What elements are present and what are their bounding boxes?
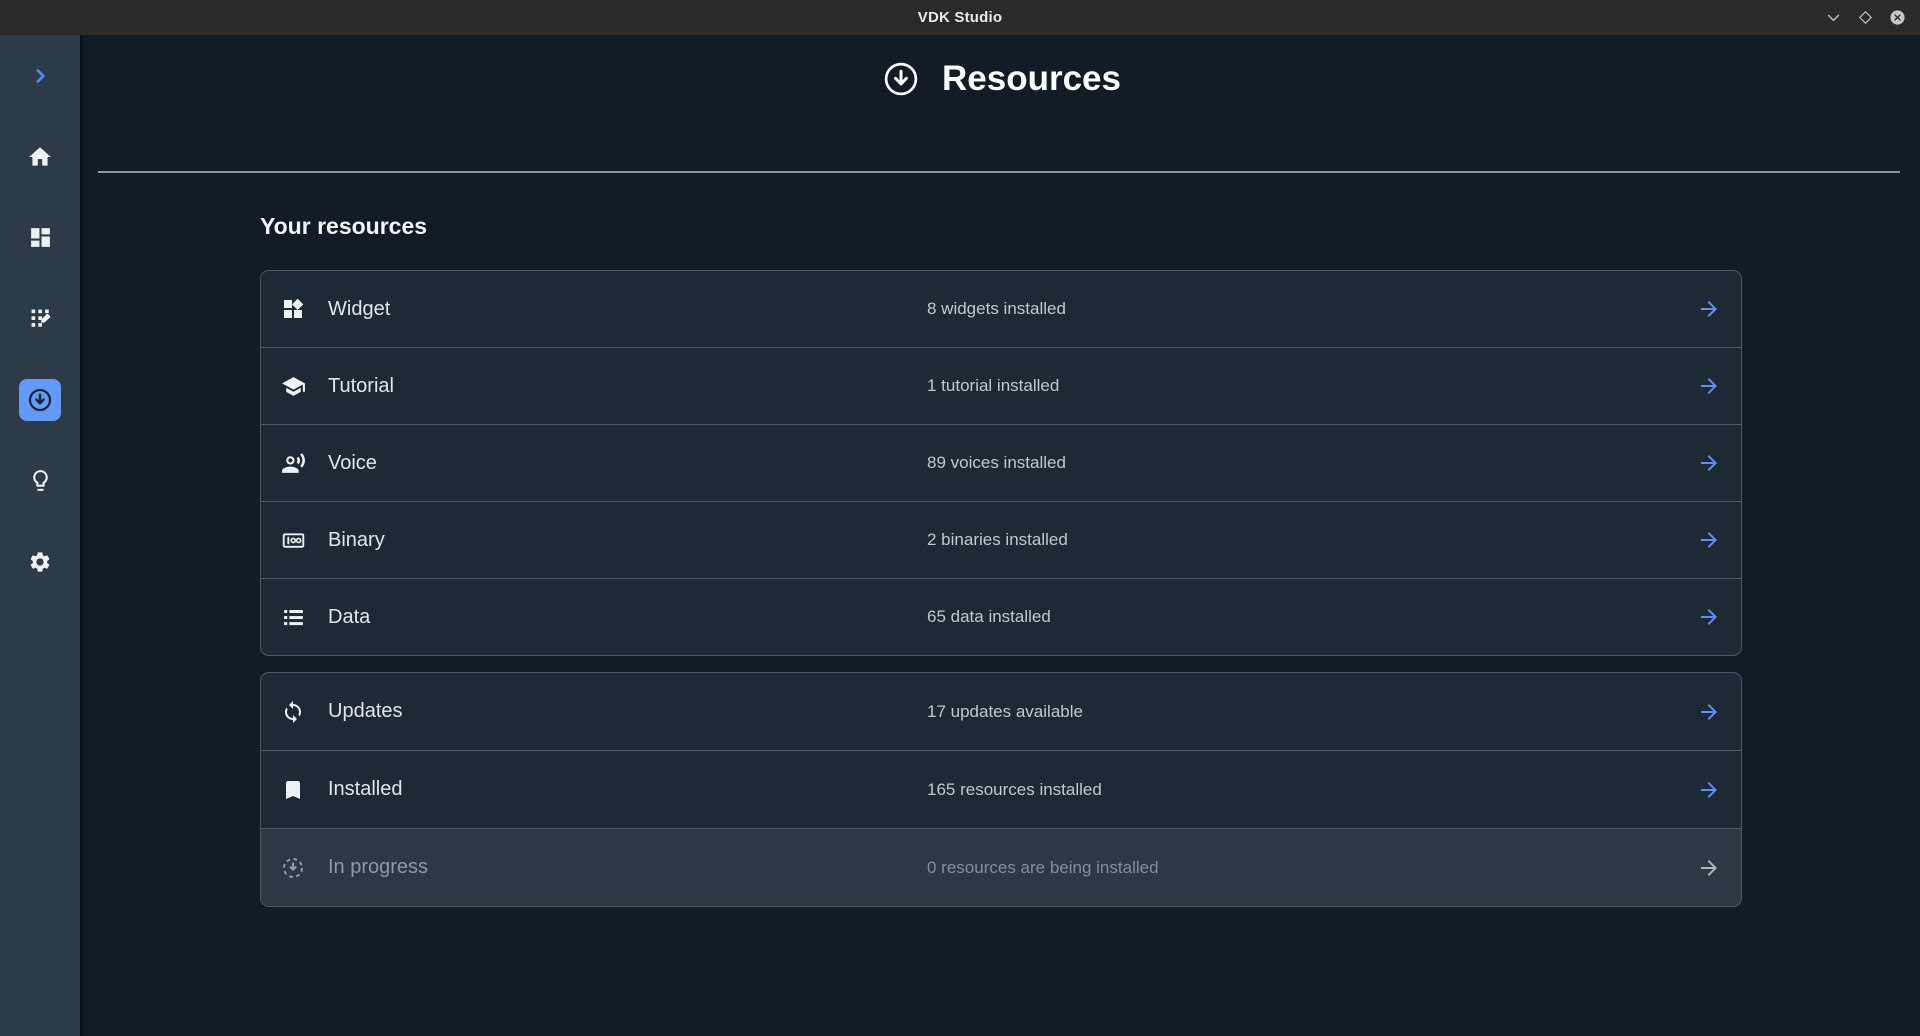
- resource-row-data[interactable]: Data 65 data installed: [261, 578, 1741, 655]
- bookmark-icon: [280, 777, 306, 803]
- row-label: In progress: [328, 856, 428, 879]
- row-status: 165 resources installed: [927, 780, 1102, 800]
- arrow-forward-icon: [1697, 451, 1721, 475]
- main-content: Resources Your resources Widget 8 widget…: [83, 35, 1920, 1036]
- row-label: Voice: [328, 452, 377, 475]
- row-label: Tutorial: [328, 375, 394, 398]
- arrow-forward-icon: [1697, 856, 1721, 880]
- page-title: Resources: [942, 59, 1121, 99]
- close-icon: [1889, 9, 1906, 26]
- home-icon: [27, 144, 53, 170]
- sidebar-item-resources[interactable]: [0, 359, 80, 440]
- window-controls: [1821, 0, 1910, 35]
- arrow-forward-icon: [1697, 605, 1721, 629]
- maximize-button[interactable]: [1854, 6, 1877, 29]
- row-status: 0 resources are being installed: [927, 858, 1159, 878]
- page-header: Resources: [83, 57, 1920, 101]
- window-title: VDK Studio: [918, 9, 1003, 26]
- row-label: Installed: [328, 778, 403, 801]
- row-status: 65 data installed: [927, 607, 1051, 627]
- dashboard-icon: [28, 225, 53, 250]
- row-status: 17 updates available: [927, 702, 1083, 722]
- row-label: Widget: [328, 298, 390, 321]
- maximize-diamond-icon: [1858, 10, 1873, 25]
- active-item-highlight: [19, 379, 61, 421]
- titlebar: VDK Studio: [0, 0, 1920, 35]
- arrow-forward-icon: [1697, 297, 1721, 321]
- tutorial-school-icon: [280, 373, 306, 399]
- close-button[interactable]: [1885, 5, 1910, 30]
- gear-icon: [28, 550, 52, 574]
- downloading-icon: [280, 855, 306, 881]
- sidebar-item-ideas[interactable]: [0, 440, 80, 521]
- sidebar-item-home[interactable]: [0, 116, 80, 197]
- download-circle-icon: [882, 60, 920, 98]
- lightbulb-icon: [28, 468, 53, 493]
- header-divider: [98, 171, 1900, 173]
- resource-state-card: Updates 17 updates available Installed 1…: [260, 672, 1742, 907]
- sidebar-item-settings[interactable]: [0, 521, 80, 602]
- resource-types-card: Widget 8 widgets installed Tutorial 1 tu…: [260, 270, 1742, 656]
- row-status: 2 binaries installed: [927, 530, 1068, 550]
- app-registration-icon: [28, 306, 53, 331]
- chevron-right-icon: [30, 66, 50, 86]
- arrow-forward-icon: [1697, 778, 1721, 802]
- row-label: Binary: [328, 529, 385, 552]
- widgets-icon: [280, 296, 306, 322]
- resource-row-in-progress[interactable]: In progress 0 resources are being instal…: [261, 828, 1741, 906]
- binary-icon: [280, 527, 306, 553]
- sidebar: [0, 35, 83, 1036]
- row-label: Data: [328, 606, 370, 629]
- resource-row-updates[interactable]: Updates 17 updates available: [261, 673, 1741, 750]
- row-status: 8 widgets installed: [927, 299, 1066, 319]
- resource-row-widget[interactable]: Widget 8 widgets installed: [261, 271, 1741, 347]
- section-title: Your resources: [260, 213, 1920, 240]
- sync-icon: [280, 699, 306, 725]
- minimize-chevron-icon: [1825, 9, 1842, 26]
- resource-row-voice[interactable]: Voice 89 voices installed: [261, 424, 1741, 501]
- voice-icon: [280, 450, 306, 476]
- minimize-button[interactable]: [1821, 5, 1846, 30]
- resource-row-installed[interactable]: Installed 165 resources installed: [261, 750, 1741, 828]
- sidebar-item-editor[interactable]: [0, 278, 80, 359]
- resource-row-binary[interactable]: Binary 2 binaries installed: [261, 501, 1741, 578]
- row-label: Updates: [328, 700, 403, 723]
- resource-row-tutorial[interactable]: Tutorial 1 tutorial installed: [261, 347, 1741, 424]
- arrow-forward-icon: [1697, 700, 1721, 724]
- arrow-forward-icon: [1697, 528, 1721, 552]
- row-status: 1 tutorial installed: [927, 376, 1059, 396]
- arrow-forward-icon: [1697, 374, 1721, 398]
- row-status: 89 voices installed: [927, 453, 1066, 473]
- app-frame: Resources Your resources Widget 8 widget…: [0, 35, 1920, 1036]
- data-list-icon: [280, 604, 306, 630]
- download-circle-icon: [27, 387, 53, 413]
- sidebar-expand-button[interactable]: [0, 35, 80, 116]
- sidebar-item-dashboard[interactable]: [0, 197, 80, 278]
